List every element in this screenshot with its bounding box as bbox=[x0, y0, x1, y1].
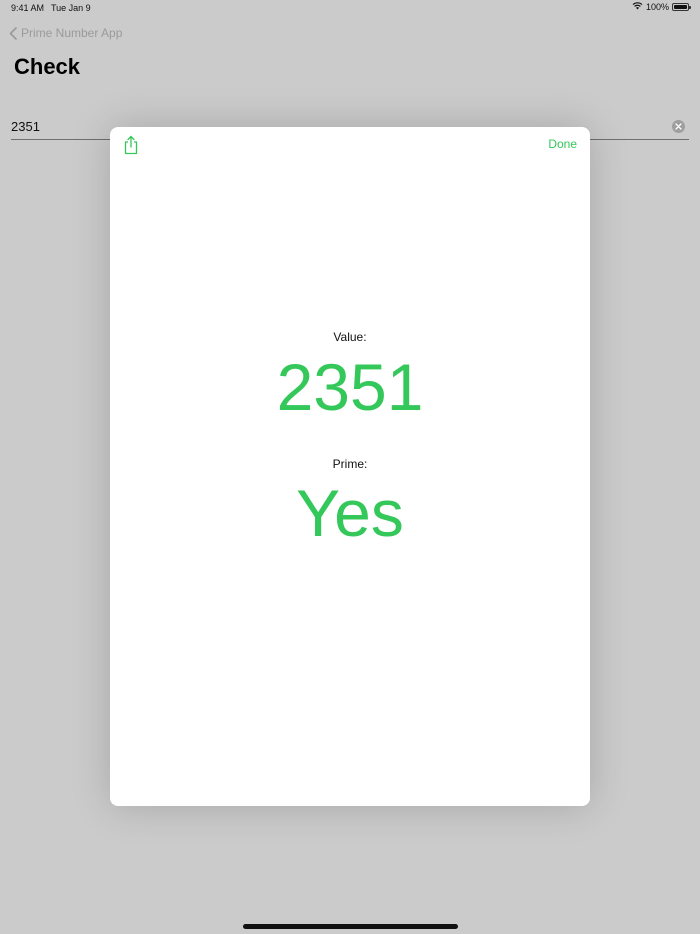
page-title: Check bbox=[14, 54, 81, 79]
done-button[interactable]: Done bbox=[548, 137, 577, 151]
chevron-left-icon bbox=[9, 26, 17, 40]
value-number: 2351 bbox=[276, 350, 424, 424]
result-sheet: Done Value: 2351 Prime: Yes bbox=[110, 127, 590, 806]
status-right: 100% bbox=[632, 2, 691, 12]
back-label: Prime Number App bbox=[21, 26, 123, 40]
prime-label: Prime: bbox=[332, 457, 368, 471]
back-button[interactable]: Prime Number App bbox=[9, 26, 122, 40]
number-input-value: 2351 bbox=[11, 119, 40, 134]
status-time: 9:41 AM bbox=[11, 3, 45, 13]
share-icon[interactable] bbox=[123, 135, 139, 155]
battery-icon bbox=[672, 3, 691, 11]
status-bar: 9:41 AM Tue Jan 9 100% bbox=[0, 0, 700, 18]
home-indicator[interactable] bbox=[243, 924, 458, 929]
value-label: Value: bbox=[333, 330, 367, 344]
prime-answer: Yes bbox=[296, 476, 404, 550]
battery-percent: 100% bbox=[645, 2, 669, 12]
status-date: Tue Jan 9 bbox=[51, 3, 91, 13]
clear-icon[interactable] bbox=[672, 120, 685, 133]
wifi-icon bbox=[632, 2, 643, 12]
